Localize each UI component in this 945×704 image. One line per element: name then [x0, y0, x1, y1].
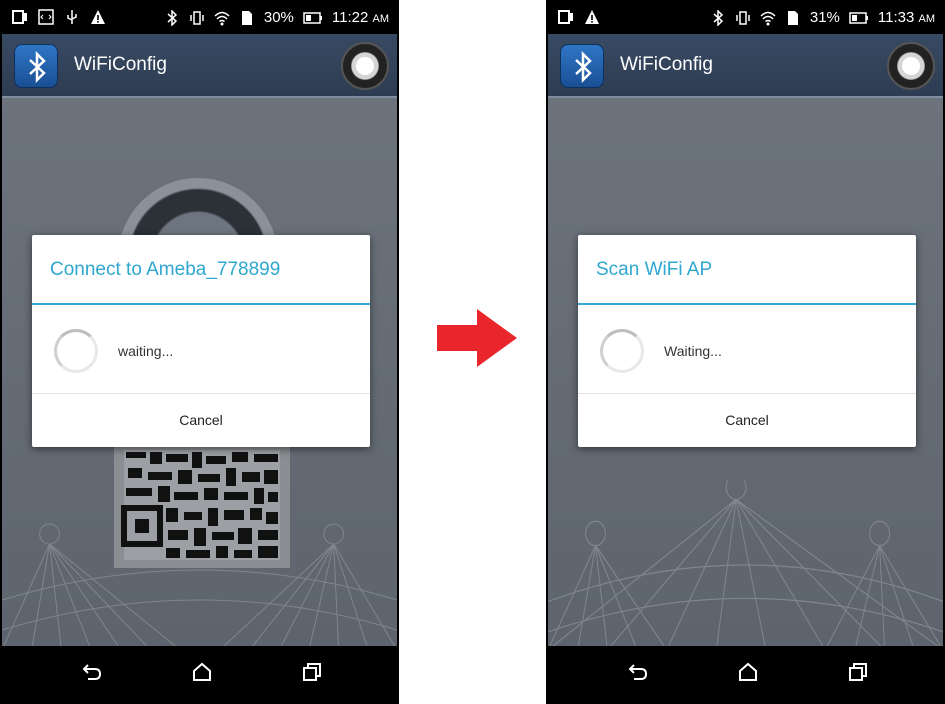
- code-icon: [38, 9, 54, 25]
- bluetooth-icon: [167, 9, 177, 26]
- recents-icon[interactable]: [846, 660, 870, 684]
- dialog-title: Connect to Ameba_778899: [50, 259, 281, 280]
- battery-icon: [849, 11, 868, 24]
- app-bar: WiFiConfig: [548, 34, 943, 98]
- background-fan-graphic: [548, 480, 943, 650]
- battery-percent: 30%: [263, 9, 294, 26]
- clock: 11:33 AM: [878, 9, 935, 26]
- back-icon[interactable]: [626, 660, 650, 684]
- bluetooth-logo-icon: [14, 44, 58, 88]
- wifi-icon: [760, 11, 776, 25]
- clock: 11:22 AM: [332, 9, 389, 26]
- arrow-right-icon: [437, 309, 517, 367]
- cancel-button[interactable]: Cancel: [578, 394, 916, 447]
- background-fan-graphic: [2, 523, 397, 650]
- battery-icon: [303, 11, 322, 24]
- app-title: WiFiConfig: [74, 54, 167, 75]
- status-bar: 31% 11:33 AM: [548, 2, 943, 34]
- wifi-icon: [214, 11, 230, 25]
- navigation-bar: [2, 646, 397, 702]
- dialog-message: waiting...: [118, 343, 174, 359]
- dialog-title-divider: [32, 303, 370, 305]
- scan-dialog: Scan WiFi AP Waiting... Cancel: [578, 235, 916, 447]
- vibrate-icon: [736, 10, 750, 25]
- dialog-title-divider: [578, 303, 916, 305]
- loading-spinner-icon: [54, 329, 98, 373]
- home-icon[interactable]: [190, 660, 214, 684]
- app-bar: WiFiConfig: [2, 34, 397, 98]
- bluetooth-icon: [713, 9, 723, 26]
- clock-time: 11:22: [331, 9, 369, 26]
- phone-screenshot-left: 30% 11:22 AM WiFiConfig Connect to Ameba…: [0, 0, 399, 704]
- warning-icon: [585, 10, 599, 24]
- cancel-button[interactable]: Cancel: [32, 394, 370, 447]
- notification-icon: [12, 10, 27, 24]
- sim-icon: [241, 10, 252, 25]
- usb-icon: [67, 10, 77, 24]
- back-dial-button[interactable]: [887, 42, 935, 90]
- notification-icon: [558, 10, 573, 24]
- clock-ampm: AM: [918, 13, 936, 25]
- app-title: WiFiConfig: [620, 54, 713, 75]
- home-icon[interactable]: [736, 660, 760, 684]
- clock-ampm: AM: [372, 13, 390, 25]
- vibrate-icon: [190, 10, 204, 25]
- loading-spinner-icon: [600, 329, 644, 373]
- warning-icon: [91, 10, 105, 24]
- phone-screenshot-right: 31% 11:33 AM WiFiConfig Scan WiFi AP Wai…: [546, 0, 945, 704]
- sim-icon: [787, 10, 798, 25]
- clock-time: 11:33: [877, 9, 915, 26]
- back-icon[interactable]: [80, 660, 104, 684]
- connect-dialog: Connect to Ameba_778899 waiting... Cance…: [32, 235, 370, 447]
- battery-percent: 31%: [809, 9, 840, 26]
- navigation-bar: [548, 646, 943, 702]
- settings-dial-button[interactable]: [341, 42, 389, 90]
- status-bar: 30% 11:22 AM: [2, 2, 397, 34]
- recents-icon[interactable]: [300, 660, 324, 684]
- dialog-title: Scan WiFi AP: [596, 259, 713, 280]
- bluetooth-logo-icon: [560, 44, 604, 88]
- dialog-message: Waiting...: [664, 343, 722, 359]
